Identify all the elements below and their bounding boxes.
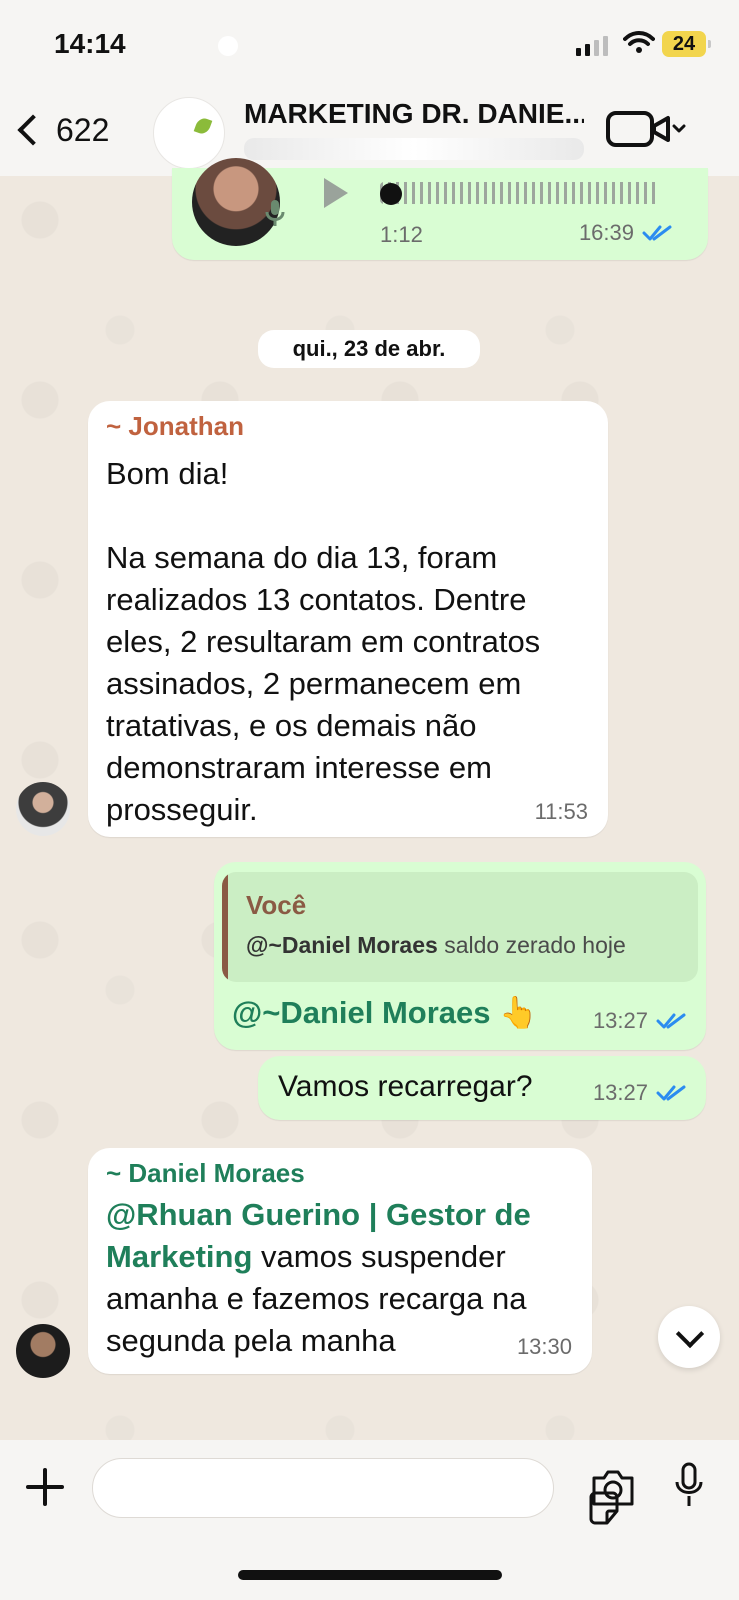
leaf-logo-icon [193,116,213,136]
sender-avatar-daniel[interactable] [16,1324,70,1378]
message-text: @Rhuan Guerino | Gestor de Marketing vam… [106,1194,576,1362]
quoted-body: saldo zerado hoje [437,932,626,958]
microphone-icon [265,200,285,226]
quoted-mention: @~Daniel Moraes [246,932,438,958]
chat-header: 622 MARKETING DR. DANIE... [0,90,739,176]
message-meta: 13:27 [593,1008,688,1034]
message-text: Vamos recarregar? [278,1070,533,1103]
group-avatar[interactable] [153,97,225,169]
reply-message-bubble[interactable]: Você @~Daniel Moraes saldo zerado hoje @… [214,862,706,1050]
double-check-icon [642,225,672,241]
date-divider: qui., 23 de abr. [258,330,480,368]
battery-indicator: 24 [662,31,711,57]
sender-name[interactable]: ~ Jonathan [106,411,244,442]
signal-icon [576,36,608,56]
camera-button[interactable] [590,1466,636,1508]
dynamic-island-dot [218,36,238,56]
message-bubble-daniel[interactable]: ~ Daniel Moraes @Rhuan Guerino | Gestor … [88,1148,592,1374]
sender-avatar-jonathan[interactable] [16,782,70,836]
wifi-icon [623,31,655,53]
status-bar: 14:14 24 [0,0,739,90]
quote-accent-bar [222,872,228,982]
chevron-down-icon [675,1319,705,1349]
audio-scrubber[interactable] [380,183,402,205]
voice-message-bubble[interactable]: 1:12 16:39 [172,158,708,260]
message-meta: 11:53 [535,799,588,825]
video-call-button[interactable] [606,108,688,150]
chat-area[interactable]: 1:12 16:39 qui., 23 de abr. ~ Jonathan B… [0,158,739,1440]
message-input[interactable] [111,1469,475,1507]
chevron-left-icon [17,114,49,146]
plus-button[interactable] [24,1466,66,1508]
status-time: 14:14 [54,28,126,59]
message-time: 11:53 [534,799,588,824]
mention-text[interactable]: @~Daniel Moraes 👆 [232,994,538,1031]
message-text: Bom dia! Na semana do dia 13, foram real… [106,456,541,827]
message-bubble-recarregar[interactable]: Vamos recarregar? 13:27 [258,1056,706,1120]
message-time: 13:27 [592,1080,648,1105]
double-check-icon [656,1013,686,1029]
group-subtitle-redacted [244,138,584,160]
message-time: 13:27 [592,1008,648,1033]
back-button[interactable]: 622 [16,108,109,152]
message-time: 16:39 [578,220,634,245]
scroll-down-button[interactable] [658,1306,720,1368]
message-bubble-jonathan[interactable]: ~ Jonathan Bom dia! Na semana do dia 13,… [88,401,608,837]
message-input-container[interactable] [92,1458,619,1525]
double-check-icon [656,1085,686,1101]
audio-duration: 1:12 [380,222,423,247]
quoted-author: Você [246,890,307,920]
message-meta: 13:27 [593,1080,688,1106]
message-meta: 16:39 [579,220,674,246]
audio-waveform[interactable] [380,182,660,204]
quoted-message[interactable]: Você @~Daniel Moraes saldo zerado hoje [222,872,698,982]
microphone-button[interactable] [674,1462,704,1510]
message-time: 13:30 [516,1334,572,1359]
home-indicator [238,1570,502,1580]
message-meta: 13:30 [517,1334,572,1360]
quoted-text: @~Daniel Moraes saldo zerado hoje [246,932,626,959]
unread-count: 622 [56,111,110,148]
group-title[interactable]: MARKETING DR. DANIE... [244,98,584,130]
message-composer [0,1440,739,1600]
sender-name[interactable]: ~ Daniel Moraes [106,1158,305,1189]
play-icon[interactable] [324,178,348,208]
